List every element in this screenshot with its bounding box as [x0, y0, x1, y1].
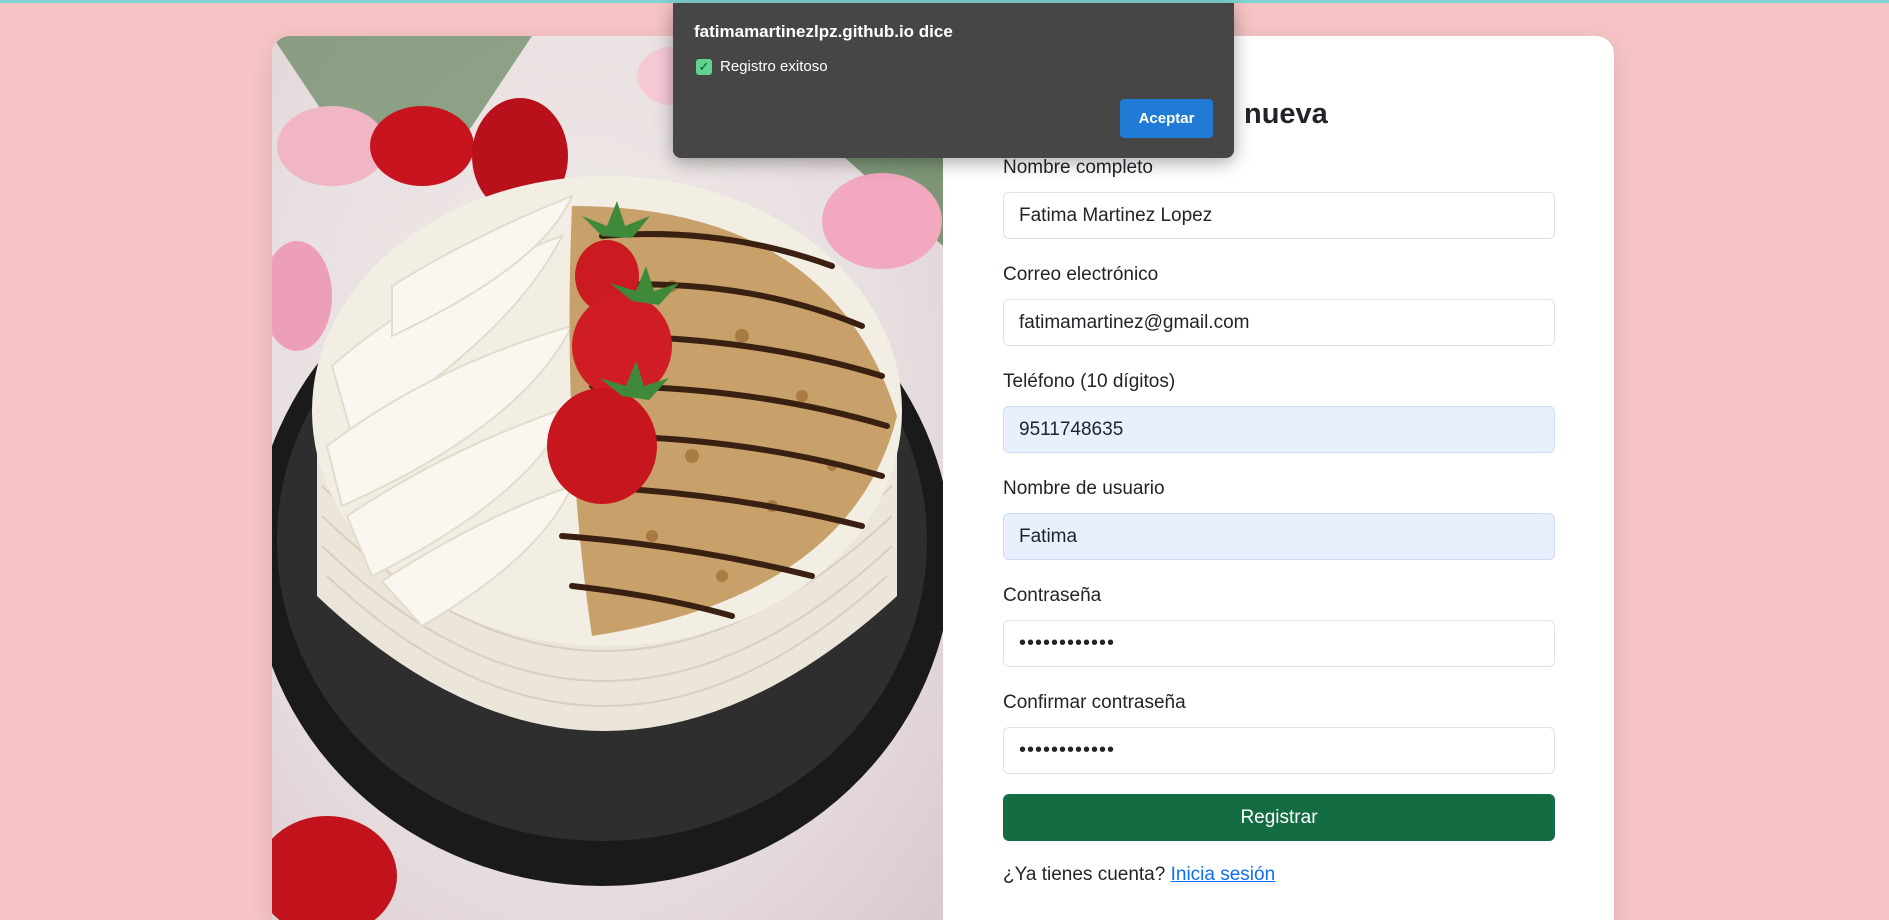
password-label: Contraseña — [1003, 585, 1102, 606]
check-icon: ✓ — [696, 58, 712, 75]
alert-dialog: fatimamartinezlpz.github.io dice ✓ Regis… — [673, 3, 1234, 158]
password-input[interactable]: •••••••••••• — [1003, 620, 1555, 667]
login-link[interactable]: Inicia sesión — [1171, 864, 1276, 885]
dialog-message-text: Registro exitoso — [720, 58, 828, 75]
register-button[interactable]: Registrar — [1003, 794, 1555, 841]
cake-photo — [272, 36, 943, 920]
login-prompt-line: ¿Ya tienes cuenta? Inicia sesión — [1003, 864, 1275, 886]
dialog-origin-title: fatimamartinezlpz.github.io dice — [694, 22, 953, 41]
dialog-message: ✓ Registro exitoso — [696, 58, 828, 75]
phone-label: Teléfono (10 dígitos) — [1003, 371, 1176, 392]
confirm-password-label: Confirmar contraseña — [1003, 692, 1186, 713]
register-card: nueva Nombre completo Fatima Martinez Lo… — [272, 36, 1614, 920]
full-name-label: Nombre completo — [1003, 157, 1153, 178]
email-input[interactable]: fatimamartinez@gmail.com — [1003, 299, 1555, 346]
phone-input[interactable]: 9511748635 — [1003, 406, 1555, 453]
username-input[interactable]: Fatima — [1003, 513, 1555, 560]
form-title: nueva — [1244, 98, 1328, 130]
username-label: Nombre de usuario — [1003, 478, 1165, 499]
confirm-password-input[interactable]: •••••••••••• — [1003, 727, 1555, 774]
login-prompt-text: ¿Ya tienes cuenta? — [1003, 864, 1166, 885]
dialog-ok-button[interactable]: Aceptar — [1120, 99, 1213, 138]
email-label: Correo electrónico — [1003, 264, 1159, 285]
full-name-input[interactable]: Fatima Martinez Lopez — [1003, 192, 1555, 239]
